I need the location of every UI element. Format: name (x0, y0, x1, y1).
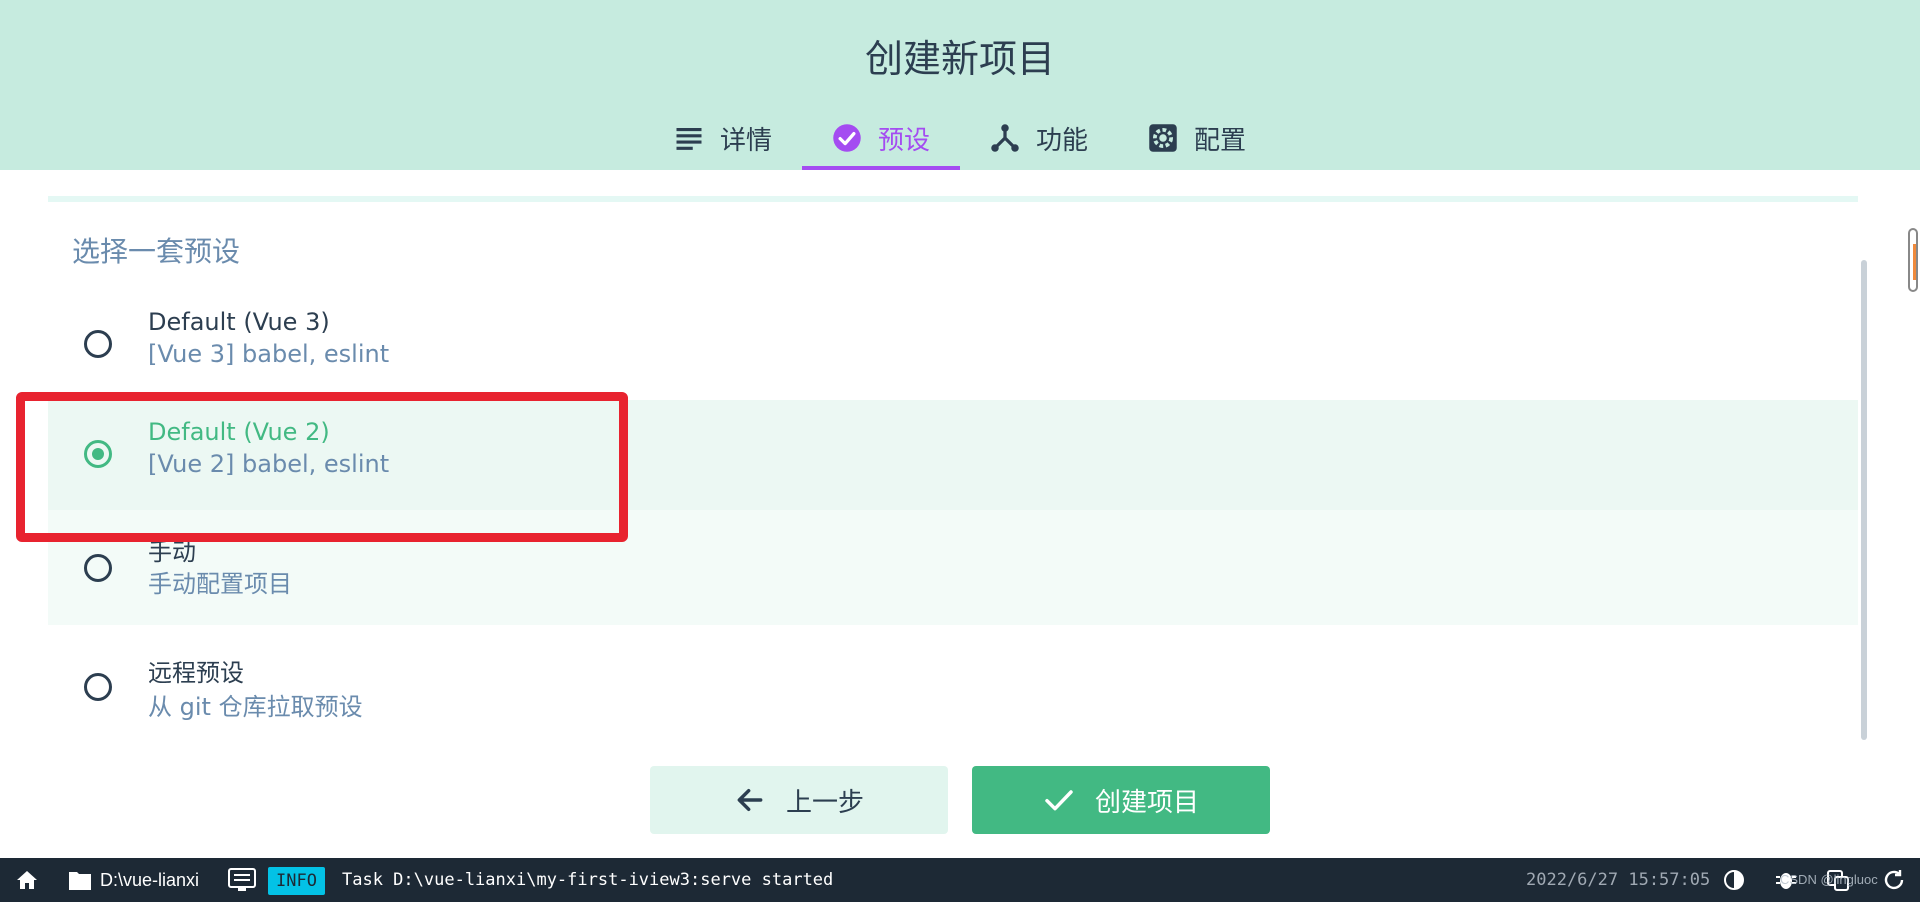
preset-panel: 选择一套预设 Default (Vue 3) [Vue 3] babel, es… (0, 170, 1920, 858)
arrow-left-icon (737, 788, 763, 812)
preset-name: 手动 (148, 538, 196, 566)
radio-button[interactable] (84, 673, 112, 701)
tab-config[interactable]: 配置 (1118, 106, 1276, 170)
page-title: 创建新项目 (864, 37, 1055, 81)
home-icon[interactable] (14, 868, 40, 892)
list-icon (676, 128, 702, 150)
preset-name: Default (Vue 2) (148, 418, 330, 446)
tab-bar: 详情 预设 功能 配置 (0, 106, 1920, 170)
project-path[interactable]: D:\vue-lianxi (100, 870, 199, 891)
tab-details[interactable]: 详情 (644, 106, 802, 170)
section-title: 选择一套预设 (72, 235, 241, 268)
log-level-badge: INFO (268, 867, 325, 895)
preset-description: [Vue 2] babel, eslint (148, 450, 390, 478)
radio-button[interactable] (84, 554, 112, 582)
check-circle-icon (833, 124, 861, 152)
tab-label: 功能 (1036, 125, 1089, 156)
tab-label: 详情 (719, 125, 772, 156)
gear-icon (1149, 124, 1177, 152)
folder-icon[interactable] (68, 869, 92, 891)
preset-description: 从 git 仓库拉取预设 (148, 693, 363, 721)
radio-button[interactable] (84, 440, 112, 468)
check-icon (1045, 790, 1073, 811)
page: 创建新项目 详情 预设 功能 配置 选择一套预设 Default (Vue 3)… (0, 0, 1920, 902)
tab-label: 配置 (1194, 125, 1247, 156)
preset-option-vue3[interactable]: Default (Vue 3) [Vue 3] babel, eslint (48, 290, 1858, 400)
preset-option-remote[interactable]: 远程预设 从 git 仓库拉取预设 (48, 625, 1858, 740)
tab-label: 预设 (877, 125, 930, 156)
refresh-icon[interactable] (1882, 868, 1906, 892)
preset-description: [Vue 3] babel, eslint (148, 340, 390, 368)
preset-name: 远程预设 (148, 659, 244, 687)
tab-presets[interactable]: 预设 (801, 106, 961, 170)
status-bar: D:\vue-lianxi INFO Task D:\vue-lianxi\my… (0, 858, 1920, 902)
preset-option-vue2[interactable]: Default (Vue 2) [Vue 2] babel, eslint (48, 400, 1858, 510)
tab-features[interactable]: 功能 (960, 106, 1118, 170)
previous-step-button[interactable]: 上一步 (650, 766, 948, 834)
divider (48, 196, 1858, 202)
previous-step-label: 上一步 (785, 787, 864, 818)
header: 创建新项目 详情 预设 功能 配置 (0, 0, 1920, 170)
timestamp: 2022/6/27 15:57:05 (1526, 870, 1711, 890)
watermark: CSDN @lingluoc (1780, 872, 1878, 887)
scrollbar[interactable] (1861, 260, 1867, 740)
create-project-label: 创建项目 (1094, 787, 1199, 818)
preset-name: Default (Vue 3) (148, 308, 330, 336)
preset-description: 手动配置项目 (148, 570, 292, 598)
dark-mode-icon[interactable] (1722, 868, 1746, 892)
log-message[interactable]: Task D:\vue-lianxi\my-first-iview3:serve… (342, 870, 833, 890)
create-project-button[interactable]: 创建项目 (972, 766, 1270, 834)
window-scroll-indicator[interactable] (1908, 228, 1918, 292)
radio-button[interactable] (84, 330, 112, 358)
preset-option-manual[interactable]: 手动 手动配置项目 (48, 510, 1858, 625)
console-icon[interactable] (228, 868, 256, 892)
merge-icon (991, 124, 1019, 152)
